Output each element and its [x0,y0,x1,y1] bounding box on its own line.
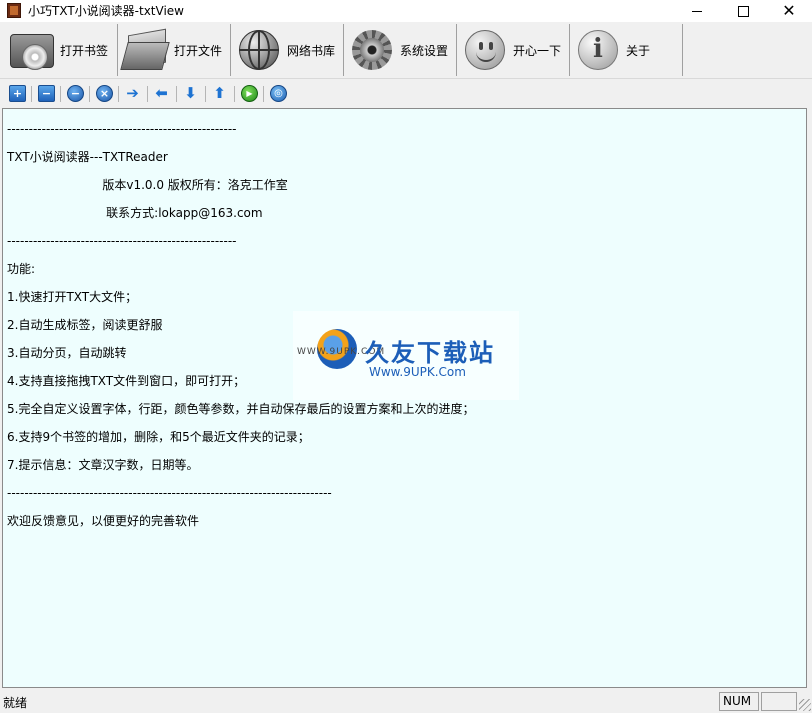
arrow-right-icon[interactable]: ➔ [124,85,141,102]
window-edge [807,108,812,688]
maximize-button[interactable] [720,0,766,22]
num-lock-indicator: NUM [719,692,759,711]
text-line: 6.支持9个书签的增加，删除，和5个最近文件夹的记录； [7,430,310,444]
open-file-button[interactable]: 打开文件 [118,24,231,76]
text-line: TXT小说阅读器---TXTReader [7,150,168,164]
status-pane-empty [761,692,797,711]
open-bookmark-button[interactable]: 打开书签 [4,24,118,76]
minimize-button[interactable] [674,0,720,22]
close-icon: ✕ [782,1,796,20]
toolbar-separator [147,86,148,102]
app-book-icon[interactable] [7,3,21,18]
resize-grip-icon[interactable] [799,699,811,711]
maximize-icon [737,5,749,17]
settings-label: 系统设置 [400,43,449,58]
toolbar-separator [60,86,61,102]
toolbar-separator [205,86,206,102]
play-icon[interactable]: ▶ [241,85,258,102]
text-line: 欢迎反馈意见，以便更好的完善软件 [7,514,200,528]
watermark-url: Www.9UPK.Com [369,365,466,379]
fun-label: 开心一下 [513,43,562,58]
about-label: 关于 [626,43,651,58]
arrow-up-icon[interactable]: ⬆ [211,85,228,102]
watermark-name: 久友下载站 [365,339,495,367]
secondary-toolbar: + − − × ➔ ⬅ ⬇ ⬆ ▶ ◎ [0,80,812,106]
toolbar-separator [31,86,32,102]
app-window: 小巧TXT小说阅读器-txtView ✕ 打开书签 打开文件 网络书库 系统设置 [0,0,812,713]
fun-button[interactable]: 开心一下 [457,24,570,76]
title-bar: 小巧TXT小说阅读器-txtView ✕ [0,0,812,22]
smiley-icon [461,26,509,74]
web-library-label: 网络书库 [287,43,336,58]
arrow-left-icon[interactable]: ⬅ [153,85,170,102]
bookmark-disc-icon [8,26,56,74]
text-line: ----------------------------------------… [7,122,237,136]
minus-circle-icon[interactable]: − [67,85,84,102]
open-bookmark-label: 打开书签 [60,43,109,58]
text-line: 功能: [7,262,36,276]
settings-button[interactable]: 系统设置 [344,24,457,76]
gear-icon [348,26,396,74]
open-file-label: 打开文件 [174,43,223,58]
close-button[interactable]: ✕ [766,0,812,22]
status-text: 就绪 [3,696,28,710]
plus-square-icon[interactable]: + [9,85,26,102]
about-button[interactable]: i 关于 [570,24,683,76]
text-line: 联系方式:lokapp@163.com [7,206,263,220]
toolbar-separator [263,86,264,102]
arrow-down-icon[interactable]: ⬇ [182,85,199,102]
folder-icon [120,26,170,74]
toolbar-separator [176,86,177,102]
minus-square-icon[interactable]: − [38,85,55,102]
text-line: ----------------------------------------… [7,486,332,500]
globe-icon [235,26,283,74]
close-circle-icon[interactable]: × [96,85,113,102]
toolbar-separator [234,86,235,102]
text-line: ----------------------------------------… [7,234,237,248]
text-line: 7.提示信息：文章汉字数，日期等。 [7,458,199,472]
toolbar-separator [89,86,90,102]
main-toolbar: 打开书签 打开文件 网络书库 系统设置 开心一下 i 关于 [0,22,812,79]
text-line: 版本v1.0.0 版权所有：洛克工作室 [7,178,288,192]
text-line: 1.快速打开TXT大文件； [7,290,138,304]
web-library-button[interactable]: 网络书库 [231,24,344,76]
window-title: 小巧TXT小说阅读器-txtView [28,4,184,18]
info-icon: i [574,26,622,74]
globe-small-icon[interactable]: ◎ [270,85,287,102]
toolbar-separator [118,86,119,102]
watermark: WWW.9UPK.COM 久友下载站 Www.9UPK.Com [293,311,519,400]
minimize-icon [692,10,702,12]
status-bar: 就绪 NUM [0,690,812,713]
